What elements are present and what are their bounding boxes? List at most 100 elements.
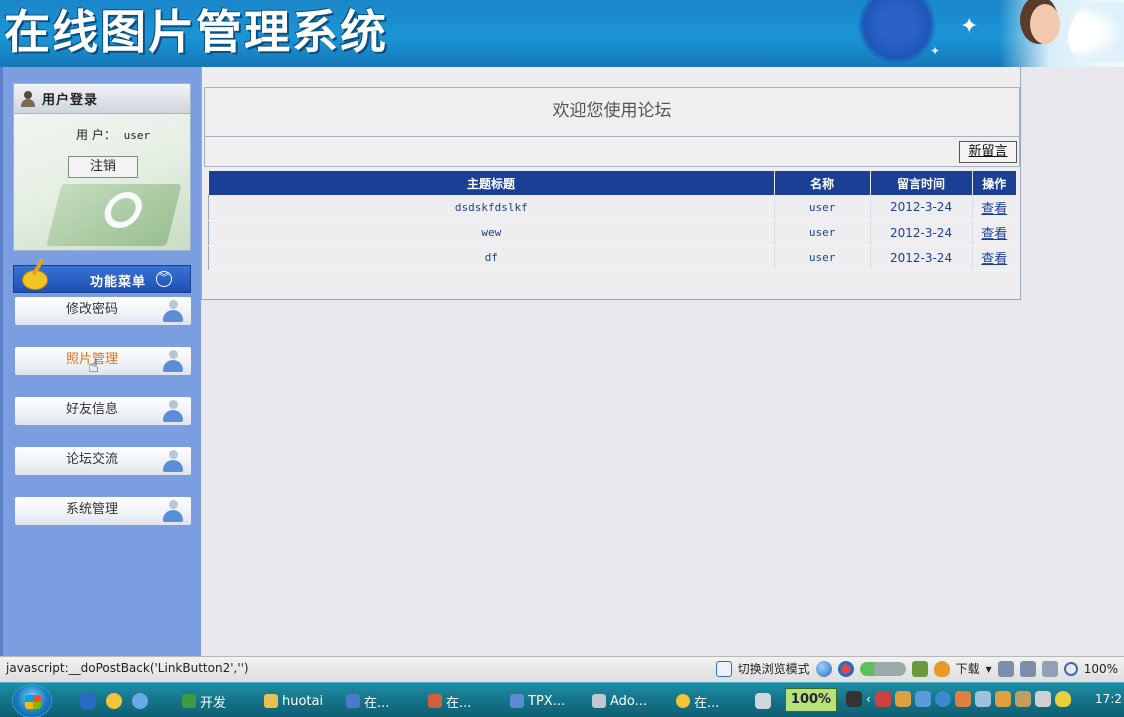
sidebar: 用户登录 用 户： user 注销 功能菜单 ︾ 修改密码 照片管理 好友信息 …: [0, 67, 201, 656]
tree-icon: [182, 694, 196, 708]
row-name: user: [774, 195, 871, 221]
banner-sparkle-icon: ✦: [930, 44, 941, 58]
zoom-level[interactable]: 100%: [1084, 662, 1118, 676]
row-time: 2012-3-24: [870, 245, 973, 271]
row-title: dsdskfdslkf: [208, 195, 775, 221]
chevron-down-icon[interactable]: ▾: [986, 662, 992, 676]
row-action-cell: 查看: [972, 220, 1016, 246]
banner-angel-image: [1000, 0, 1124, 67]
taskbar-item-doc[interactable]: 在...: [342, 688, 393, 714]
menu-item-change-password[interactable]: 修改密码: [15, 297, 191, 325]
tray-messenger-icon[interactable]: [954, 691, 971, 707]
folder-icon: [264, 694, 278, 708]
site-title: 在线图片管理系统: [4, 5, 388, 59]
taskbar-item-label: 在...: [694, 695, 720, 711]
main-content: 欢迎您使用论坛 新留言 主题标题 名称 留言时间 操作 dsdskfdslkf …: [201, 67, 1124, 656]
new-message-button[interactable]: 新留言: [959, 141, 1017, 163]
adobe-icon: [592, 694, 606, 708]
chevron-left-icon[interactable]: ‹: [866, 692, 871, 706]
menu-item-system-management[interactable]: 系统管理: [15, 497, 191, 525]
taskbar-clock[interactable]: 17:2: [1095, 692, 1122, 706]
login-panel-title: 用户登录: [42, 93, 99, 108]
download-icon[interactable]: [933, 660, 950, 677]
banner-sun-decoration: [858, 0, 936, 64]
chevron-down-icon[interactable]: ︾: [156, 271, 172, 287]
taskbar-item-tpx[interactable]: TPX...: [506, 688, 569, 714]
zoom-icon[interactable]: [1063, 661, 1078, 676]
current-user-row: 用 户： user: [76, 126, 150, 143]
taskbar-item-huotai[interactable]: huotai: [260, 688, 327, 714]
refresh-icon[interactable]: [837, 660, 854, 677]
site-banner: 在线图片管理系统 ✦ ✦: [0, 0, 1124, 67]
function-menu-title: 功能菜单: [90, 275, 147, 290]
taskbar-item-label: 在...: [446, 695, 472, 711]
tray-signal-icon[interactable]: [974, 691, 991, 707]
view-link[interactable]: 查看: [981, 202, 1007, 217]
table-header-row: 主题标题 名称 留言时间 操作: [208, 171, 1016, 195]
tray-shield-icon[interactable]: [1054, 691, 1071, 707]
tray-globe-icon[interactable]: [934, 691, 951, 707]
menu-item-photo-management[interactable]: 照片管理: [15, 347, 191, 375]
table-row: df user 2012-3-24 查看: [208, 245, 1016, 271]
browser-icon[interactable]: [106, 693, 122, 709]
row-title: df: [208, 245, 775, 271]
download-label[interactable]: 下载: [956, 660, 980, 677]
column-header-title: 主题标题: [208, 171, 775, 195]
paint-icon: [428, 694, 442, 708]
taskbar-item-paint[interactable]: 在...: [424, 688, 475, 714]
tray-app-icon[interactable]: [874, 691, 891, 707]
status-bar-tools: 切换浏览模式 下载 ▾ 100%: [715, 660, 1118, 677]
app-icon[interactable]: [911, 660, 928, 677]
menu-item-forum[interactable]: 论坛交流: [15, 447, 191, 475]
table-row: dsdskfdslkf user 2012-3-24 查看: [208, 195, 1016, 221]
tray-network-icon[interactable]: [914, 691, 931, 707]
view-link[interactable]: 查看: [981, 252, 1007, 267]
windows-taskbar: 开发 huotai 在... 在... TPX... Ado... 在... 1…: [0, 682, 1124, 717]
taskbar-item-adobe[interactable]: Ado...: [588, 688, 651, 714]
tray-update-icon[interactable]: [1034, 691, 1051, 707]
user-name: user: [123, 129, 151, 142]
window-restore-icon[interactable]: [1019, 660, 1036, 677]
menu-item-friend-info[interactable]: 好友信息: [15, 397, 191, 425]
ie-icon: [676, 694, 690, 708]
login-panel-header: 用户登录: [14, 84, 190, 114]
angel-face: [1030, 4, 1060, 44]
speaker-icon[interactable]: [1041, 660, 1058, 677]
window-icon: [510, 694, 524, 708]
plug-icon[interactable]: [846, 691, 862, 707]
forum-panel: 欢迎您使用论坛 新留言 主题标题 名称 留言时间 操作 dsdskfdslkf …: [201, 67, 1021, 300]
user-icon: [20, 90, 36, 107]
taskbar-item-label: Ado...: [610, 693, 648, 709]
logout-button[interactable]: 注销: [68, 156, 138, 178]
row-name: user: [774, 245, 871, 271]
status-text: javascript:__doPostBack('LinkButton2',''…: [6, 661, 249, 675]
start-button[interactable]: [12, 684, 52, 717]
system-tray: ‹: [846, 691, 1071, 707]
globe-icon[interactable]: [815, 660, 832, 677]
taskbar-item-dev[interactable]: 开发: [178, 688, 230, 714]
toggle-icon[interactable]: [859, 661, 906, 676]
angel-wing: [1068, 2, 1124, 62]
windows-logo-icon: [25, 695, 41, 709]
keyboard-icon[interactable]: [755, 693, 771, 709]
welcome-banner: 欢迎您使用论坛: [204, 87, 1020, 137]
tray-user2-icon[interactable]: [994, 691, 1011, 707]
banner-star-icon: ✦: [960, 14, 979, 39]
screen-icon[interactable]: [997, 660, 1014, 677]
view-link[interactable]: 查看: [981, 227, 1007, 242]
user-label: 用 户：: [76, 128, 116, 142]
ie-icon[interactable]: [132, 693, 148, 709]
tray-battery-icon[interactable]: [1014, 691, 1031, 707]
column-header-name: 名称: [774, 171, 871, 195]
taskbar-zoom-indicator[interactable]: 100%: [785, 688, 837, 712]
show-desktop-icon[interactable]: [80, 693, 96, 709]
window-icon: [715, 660, 732, 677]
broom-icon: [18, 258, 48, 290]
login-panel: 用户登录 用 户： user 注销: [13, 83, 191, 251]
tray-user-icon[interactable]: [894, 691, 911, 707]
taskbar-item-label: huotai: [282, 693, 324, 709]
row-action-cell: 查看: [972, 245, 1016, 271]
switch-mode-link[interactable]: 切换浏览模式: [738, 660, 810, 677]
person-icon: [161, 299, 185, 323]
taskbar-item-ie[interactable]: 在...: [672, 688, 723, 714]
